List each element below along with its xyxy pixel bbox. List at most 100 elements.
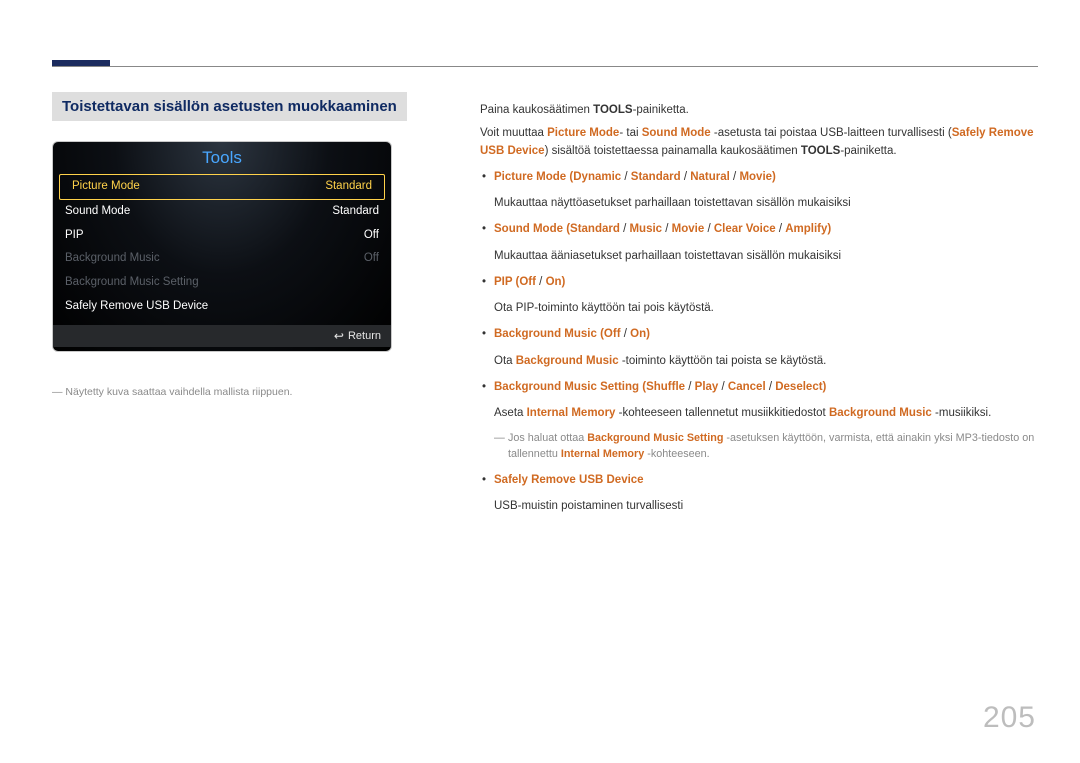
tools-menu-row[interactable]: Background Music Setting: [53, 271, 391, 295]
menu-label: Background Music: [65, 252, 160, 266]
option: Play: [695, 381, 719, 393]
text: Aseta: [494, 407, 527, 419]
bullet-bg-music-desc: Ota Background Music -toiminto käyttöön …: [494, 353, 1036, 370]
option: Movie: [672, 223, 705, 235]
text: -toiminto käyttöön tai poista se käytöst…: [619, 355, 827, 367]
separator: /: [718, 381, 728, 393]
tools-menu-row[interactable]: PIP Off: [53, 224, 391, 248]
option: On: [630, 328, 646, 340]
bg-music-setting-keyword: Background Music Setting: [587, 432, 723, 444]
text: ) sisältöä toistettaessa painamalla kauk…: [545, 145, 801, 157]
paragraph-2: Voit muuttaa Picture Mode- tai Sound Mod…: [480, 125, 1036, 160]
note-bg-music-setting: Jos haluat ottaa Background Music Settin…: [494, 430, 1036, 462]
tools-menu-row[interactable]: Picture Mode Standard: [59, 174, 385, 200]
option: Amplify: [785, 223, 827, 235]
separator: /: [681, 171, 691, 183]
bullet-picture-mode-desc: Mukauttaa näyttöasetukset parhaillaan to…: [494, 195, 1036, 212]
separator: /: [766, 381, 776, 393]
bullet-safely-remove-desc: USB-muistin poistaminen turvallisesti: [494, 498, 1036, 515]
return-label: Return: [348, 330, 381, 342]
text: -asetusta tai poistaa USB-laitteen turva…: [711, 127, 952, 139]
name: Picture Mode: [494, 171, 566, 183]
text: Paina kaukosäätimen: [480, 104, 593, 116]
header-rule: [52, 66, 1038, 67]
name: Background Music Setting: [494, 381, 639, 393]
bullet-head: PIP (Off / On): [494, 276, 565, 288]
menu-value: Standard: [325, 180, 372, 194]
tools-keyword: TOOLS: [593, 104, 632, 116]
option: Dynamic: [573, 171, 621, 183]
bullet-picture-mode: Picture Mode (Dynamic / Standard / Natur…: [480, 169, 1036, 186]
option: Cancel: [728, 381, 766, 393]
option: Off: [604, 328, 621, 340]
text: - tai: [619, 127, 641, 139]
name: Background Music: [494, 328, 597, 340]
image-disclaimer-footnote: ― Näytetty kuva saattaa vaihdella mallis…: [52, 386, 432, 398]
separator: /: [704, 223, 714, 235]
menu-label: Picture Mode: [72, 180, 140, 194]
left-column: Toistettavan sisällön asetusten muokkaam…: [52, 92, 432, 398]
tools-panel-footer: ↩ Return: [53, 325, 391, 347]
bullet-list: Picture Mode (Dynamic / Standard / Natur…: [480, 169, 1036, 515]
bullet-safely-remove: Safely Remove USB Device: [480, 472, 1036, 489]
sound-mode-keyword: Sound Mode: [642, 127, 711, 139]
menu-value: Off: [364, 229, 379, 243]
page-number: 205: [983, 701, 1036, 735]
separator: /: [621, 171, 631, 183]
option: Music: [629, 223, 662, 235]
option: Shuffle: [646, 381, 685, 393]
name: PIP: [494, 276, 512, 288]
menu-value: Standard: [332, 205, 379, 219]
text: Ota: [494, 355, 516, 367]
bullet-head: Background Music (Off / On): [494, 328, 650, 340]
text: -painiketta.: [633, 104, 689, 116]
separator: /: [621, 328, 631, 340]
bullet-pip-desc: Ota PIP-toiminto käyttöön tai pois käytö…: [494, 300, 1036, 317]
bullet-head: Picture Mode (Dynamic / Standard / Natur…: [494, 171, 776, 183]
option: Movie: [739, 171, 772, 183]
bullet-bg-music-setting: Background Music Setting (Shuffle / Play…: [480, 379, 1036, 396]
tools-menu-row[interactable]: Safely Remove USB Device: [53, 295, 391, 319]
text: -musiikiksi.: [932, 407, 991, 419]
text: -painiketta.: [840, 145, 896, 157]
option: Clear Voice: [714, 223, 776, 235]
bullet-head: Sound Mode (Standard / Music / Movie / C…: [494, 223, 831, 235]
name: Sound Mode: [494, 223, 563, 235]
section-heading: Toistettavan sisällön asetusten muokkaam…: [52, 92, 407, 121]
bullet-sound-mode: Sound Mode (Standard / Music / Movie / C…: [480, 221, 1036, 238]
tools-keyword: TOOLS: [801, 145, 840, 157]
option: Standard: [570, 223, 620, 235]
bullet-pip: PIP (Off / On): [480, 274, 1036, 291]
internal-memory-keyword: Internal Memory: [561, 448, 644, 460]
option: Standard: [631, 171, 681, 183]
separator: /: [730, 171, 740, 183]
separator: /: [662, 223, 672, 235]
menu-value: Off: [364, 252, 379, 266]
menu-label: Safely Remove USB Device: [65, 300, 208, 314]
separator: /: [536, 276, 546, 288]
return-icon: ↩: [334, 329, 344, 343]
picture-mode-keyword: Picture Mode: [547, 127, 619, 139]
menu-label: PIP: [65, 229, 84, 243]
bullet-head: Safely Remove USB Device: [494, 474, 644, 486]
text: Jos haluat ottaa: [508, 432, 587, 444]
bullet-head: Background Music Setting (Shuffle / Play…: [494, 381, 826, 393]
text: -kohteeseen.: [644, 448, 709, 460]
text: -kohteeseen tallennetut musiikkitiedosto…: [615, 407, 829, 419]
bullet-sound-mode-desc: Mukauttaa ääniasetukset parhaillaan tois…: [494, 248, 1036, 265]
text: Voit muuttaa: [480, 127, 547, 139]
tools-panel: Tools Picture ModeStandardSound ModeStan…: [52, 141, 392, 352]
tools-panel-title: Tools: [53, 142, 391, 174]
bg-music-keyword: Background Music: [829, 407, 932, 419]
internal-memory-keyword: Internal Memory: [527, 407, 616, 419]
paragraph-1: Paina kaukosäätimen TOOLS-painiketta.: [480, 102, 1036, 119]
tools-menu-row[interactable]: Background Music Off: [53, 247, 391, 271]
separator: /: [776, 223, 786, 235]
tools-menu-row[interactable]: Sound ModeStandard: [53, 200, 391, 224]
right-column: Paina kaukosäätimen TOOLS-painiketta. Vo…: [480, 102, 1036, 515]
option: On: [546, 276, 562, 288]
bg-music-keyword: Background Music: [516, 355, 619, 367]
separator: /: [685, 381, 695, 393]
menu-label: Background Music Setting: [65, 276, 199, 290]
option: Off: [519, 276, 536, 288]
